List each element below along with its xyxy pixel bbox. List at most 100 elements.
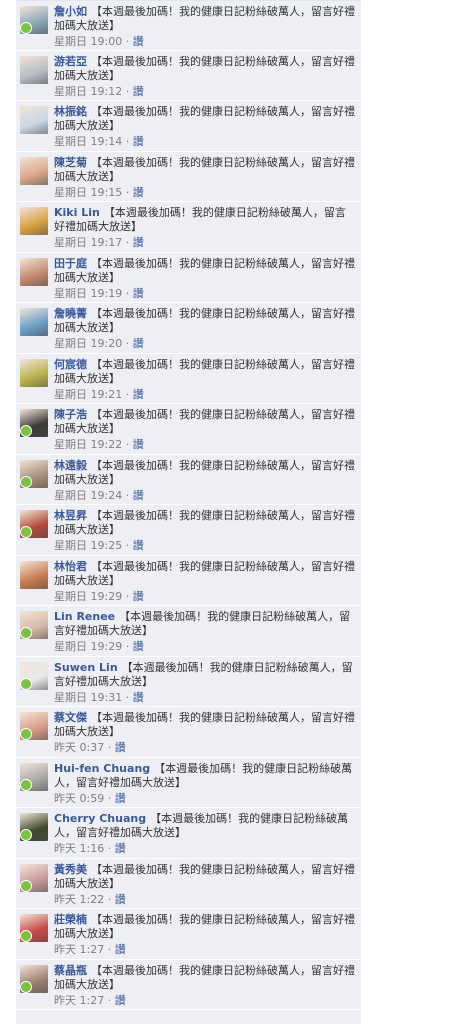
comment-timestamp[interactable]: 昨天 0:37: [54, 741, 104, 754]
like-link[interactable]: 讚: [133, 388, 144, 401]
comment-timestamp[interactable]: 星期日 19:22: [54, 438, 122, 451]
comment-timestamp[interactable]: 星期日 19:14: [54, 135, 122, 148]
avatar[interactable]: [20, 409, 48, 437]
author-link[interactable]: 田于庭: [54, 257, 87, 270]
author-link[interactable]: 林怡君: [54, 560, 87, 573]
author-link[interactable]: 詹小如: [54, 5, 87, 18]
avatar[interactable]: [20, 6, 48, 34]
comment-timestamp[interactable]: 星期日 19:29: [54, 590, 122, 603]
avatar[interactable]: [20, 106, 48, 134]
comment-timestamp[interactable]: 昨天 1:27: [54, 943, 104, 956]
comment-meta: 昨天 1:16 · 讚: [54, 842, 126, 855]
comment-timestamp[interactable]: 星期日 19:24: [54, 489, 122, 502]
comment-timestamp[interactable]: 星期日 19:25: [54, 539, 122, 552]
comment-content: 莊榮楠 【本週最後加碼！我的健康日記粉絲破萬人，留言好禮加碼大放送】 昨天 1:2…: [54, 913, 355, 956]
comment-item: 林怡君 【本週最後加碼！我的健康日記粉絲破萬人，留言好禮加碼大放送】 星期日 19…: [16, 556, 361, 606]
avatar[interactable]: [20, 661, 48, 690]
author-link[interactable]: Kiki Lin: [54, 206, 100, 219]
like-link[interactable]: 讚: [133, 135, 144, 148]
like-link[interactable]: 讚: [115, 943, 126, 956]
like-link[interactable]: 讚: [115, 792, 126, 805]
author-link[interactable]: Hui-fen Chuang: [54, 762, 150, 775]
author-link[interactable]: 陳芝菊: [54, 156, 87, 169]
avatar[interactable]: [20, 762, 48, 791]
like-link[interactable]: 讚: [133, 640, 144, 653]
avatar[interactable]: [20, 55, 48, 84]
avatar[interactable]: [20, 611, 48, 639]
comment-message: 【本週最後加碼！我的健康日記粉絲破萬人，留言好禮加碼大放送】: [54, 408, 355, 435]
like-link[interactable]: 讚: [133, 337, 144, 350]
like-link[interactable]: 讚: [133, 438, 144, 451]
comment-timestamp[interactable]: 昨天 1:27: [54, 994, 104, 1007]
avatar[interactable]: [20, 459, 48, 488]
avatar[interactable]: [20, 560, 48, 589]
author-link[interactable]: 詹曉菁: [54, 307, 87, 320]
comment-timestamp[interactable]: 星期日 19:15: [54, 186, 122, 199]
avatar[interactable]: [20, 358, 48, 387]
comment-timestamp[interactable]: 星期日 19:29: [54, 640, 122, 653]
comment-message: 【本週最後加碼！我的健康日記粉絲破萬人，留言好禮加碼大放送】: [54, 913, 355, 940]
comment-meta: 星期日 19:20 · 讚: [54, 337, 144, 350]
like-link[interactable]: 讚: [133, 287, 144, 300]
author-link[interactable]: 林遠毅: [54, 459, 87, 472]
avatar[interactable]: [20, 712, 48, 740]
author-link[interactable]: 莊榮楠: [54, 913, 87, 926]
author-link[interactable]: 陳子浩: [54, 408, 87, 421]
comment-timestamp[interactable]: 昨天 1:22: [54, 893, 104, 906]
like-link[interactable]: 讚: [115, 994, 126, 1007]
avatar[interactable]: [20, 510, 48, 538]
author-link[interactable]: 林振銘: [54, 105, 87, 118]
comment-meta: 星期日 19:31 · 讚: [54, 690, 144, 704]
comment-timestamp[interactable]: 星期日 19:12: [54, 85, 122, 98]
avatar[interactable]: [20, 914, 48, 942]
author-link[interactable]: 游若亞: [54, 55, 87, 68]
author-link[interactable]: Lin Renee: [54, 610, 115, 623]
comment-meta: 星期日 19:21 · 讚: [54, 387, 144, 401]
comment-message: 【本週最後加碼！我的健康日記粉絲破萬人，留言好禮加碼大放送】: [54, 711, 355, 738]
avatar[interactable]: [20, 813, 48, 841]
author-link[interactable]: 林昱昇: [54, 509, 87, 522]
online-status-icon: [20, 627, 32, 639]
comment-meta: 星期日 19:19 · 讚: [54, 286, 144, 300]
like-link[interactable]: 讚: [115, 842, 126, 855]
like-link[interactable]: 讚: [133, 35, 144, 48]
comment-item: 田于庭 【本週最後加碼！我的健康日記粉絲破萬人，留言好禮加碼大放送】 星期日 19…: [16, 253, 361, 303]
like-link[interactable]: 讚: [115, 741, 126, 754]
like-link[interactable]: 讚: [133, 186, 144, 199]
author-link[interactable]: Cherry Chuang: [54, 812, 146, 825]
author-link[interactable]: 蔡文傑: [54, 711, 87, 724]
like-link[interactable]: 讚: [133, 85, 144, 98]
comment-content: 陳子浩 【本週最後加碼！我的健康日記粉絲破萬人，留言好禮加碼大放送】 星期日 19…: [54, 408, 355, 451]
comment-timestamp[interactable]: 星期日 19:17: [54, 236, 122, 249]
avatar[interactable]: [20, 308, 48, 336]
comment-timestamp[interactable]: 星期日 19:00: [54, 35, 122, 48]
comment-timestamp[interactable]: 星期日 19:21: [54, 388, 122, 401]
avatar[interactable]: [20, 156, 48, 185]
comment-timestamp[interactable]: 昨天 0:59: [54, 792, 104, 805]
comment-meta: 星期日 19:15 · 讚: [54, 185, 144, 199]
comment-content: 何宸德 【本週最後加碼！我的健康日記粉絲破萬人，留言好禮加碼大放送】 星期日 19…: [54, 358, 355, 401]
comment-text: Hui-fen Chuang 【本週最後加碼！我的健康日記粉絲破萬人，留言好禮加碼…: [54, 762, 355, 790]
comment-text: 何宸德 【本週最後加碼！我的健康日記粉絲破萬人，留言好禮加碼大放送】: [54, 358, 355, 386]
online-status-icon: [20, 22, 32, 34]
author-link[interactable]: 何宸德: [54, 358, 87, 371]
like-link[interactable]: 讚: [133, 539, 144, 552]
like-link[interactable]: 讚: [115, 893, 126, 906]
author-link[interactable]: 蔡晶瓶: [54, 964, 87, 977]
avatar[interactable]: [20, 964, 48, 993]
avatar[interactable]: [20, 207, 48, 235]
comment-timestamp[interactable]: 昨天 1:16: [54, 842, 104, 855]
like-link[interactable]: 讚: [133, 590, 144, 603]
comment-timestamp[interactable]: 星期日 19:31: [54, 691, 122, 704]
online-status-icon: [20, 829, 32, 841]
comment-content: 蔡文傑 【本週最後加碼！我的健康日記粉絲破萬人，留言好禮加碼大放送】 昨天 0:3…: [54, 711, 355, 754]
author-link[interactable]: Suwen Lin: [54, 661, 118, 674]
like-link[interactable]: 讚: [133, 691, 144, 704]
author-link[interactable]: 黃秀美: [54, 863, 87, 876]
like-link[interactable]: 讚: [133, 489, 144, 502]
avatar[interactable]: [20, 863, 48, 892]
comment-timestamp[interactable]: 星期日 19:19: [54, 287, 122, 300]
avatar[interactable]: [20, 257, 48, 286]
like-link[interactable]: 讚: [133, 236, 144, 249]
comment-timestamp[interactable]: 星期日 19:20: [54, 337, 122, 350]
